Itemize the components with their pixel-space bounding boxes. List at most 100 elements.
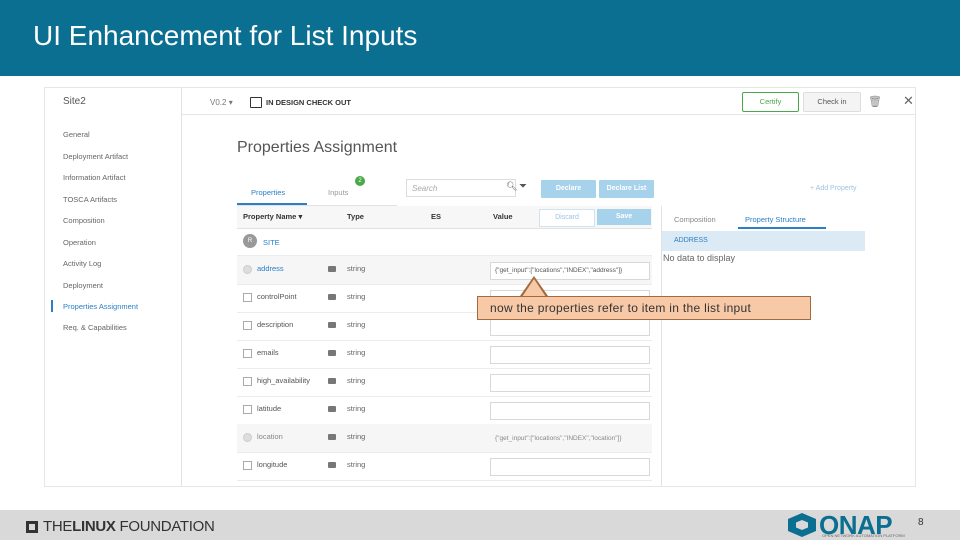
- group-row: [237, 229, 652, 256]
- page-title: Properties Assignment: [237, 139, 398, 156]
- property-name: controlPoint: [257, 292, 297, 301]
- header-es: ES: [431, 212, 442, 221]
- onap-tagline: OPEN NETWORK AUTOMATION PLATFORM: [822, 533, 905, 538]
- slide-title: UI Enhancement for List Inputs: [33, 20, 418, 51]
- property-name: description: [257, 320, 294, 329]
- property-name: latitude: [257, 404, 282, 413]
- header-divider: [182, 114, 915, 115]
- save-button[interactable]: Save: [597, 209, 651, 225]
- tab-inputs[interactable]: Inputs: [328, 188, 348, 197]
- comment-icon[interactable]: [328, 350, 336, 356]
- annotation-callout: now the properties refer to item in the …: [477, 296, 811, 320]
- property-name: location: [257, 432, 283, 441]
- property-type: string: [347, 376, 366, 385]
- group-badge: R: [243, 234, 257, 248]
- value-text: {"get_input":["locations","INDEX","locat…: [495, 435, 622, 442]
- version-select[interactable]: V0.2 ▾: [210, 98, 233, 107]
- empty-state-text: No data to display: [663, 253, 736, 263]
- comment-icon[interactable]: [328, 406, 336, 412]
- property-name: emails: [257, 348, 279, 357]
- row-checkbox: [243, 265, 252, 274]
- tab-property-structure[interactable]: Property Structure: [745, 215, 806, 224]
- row-checkbox[interactable]: [243, 321, 252, 330]
- sidebar-item-general[interactable]: General: [63, 130, 90, 139]
- header-value: Value: [493, 212, 513, 221]
- close-icon[interactable]: ✕: [903, 93, 914, 109]
- property-type: string: [347, 320, 366, 329]
- sidebar: Site2 General Deployment Artifact Inform…: [45, 88, 182, 486]
- app-screenshot: Site2 General Deployment Artifact Inform…: [44, 87, 916, 487]
- status-label: IN DESIGN CHECK OUT: [266, 98, 352, 107]
- onap-cube-icon: [788, 513, 816, 537]
- logo-foundation: FOUNDATION: [115, 518, 215, 535]
- value-input[interactable]: [490, 402, 650, 420]
- row-checkbox[interactable]: [243, 405, 252, 414]
- header-property-name[interactable]: Property Name ▾: [243, 212, 302, 221]
- linux-foundation-mark-icon: [26, 520, 38, 533]
- header-type: Type: [347, 212, 364, 221]
- value-input[interactable]: [490, 458, 650, 476]
- sidebar-active-indicator: [51, 300, 53, 312]
- comment-icon[interactable]: [328, 378, 336, 384]
- property-type: string: [347, 264, 366, 273]
- trash-icon[interactable]: 🗑: [868, 95, 882, 108]
- value-input[interactable]: [490, 374, 650, 392]
- filter-icon[interactable]: ⏷: [519, 181, 527, 192]
- logo-linux: LINUX: [72, 518, 116, 535]
- sidebar-item-deployment[interactable]: Deployment: [63, 281, 103, 290]
- service-name: Site2: [63, 96, 86, 107]
- sidebar-item-composition[interactable]: Composition: [63, 216, 105, 225]
- row-checkbox[interactable]: [243, 293, 252, 302]
- search-input[interactable]: Search: [406, 179, 516, 197]
- linux-foundation-logo: THELINUX FOUNDATION: [26, 518, 215, 535]
- tab-composition[interactable]: Composition: [674, 215, 716, 224]
- certify-button[interactable]: Certify: [742, 92, 799, 112]
- row-checkbox[interactable]: [243, 461, 252, 470]
- version-label: V0.2: [210, 98, 227, 107]
- declare-button[interactable]: Declare: [541, 180, 596, 198]
- sort-down-icon: ▾: [298, 212, 303, 221]
- property-type: string: [347, 404, 366, 413]
- checkin-button[interactable]: Check in: [803, 92, 861, 112]
- comment-icon[interactable]: [328, 434, 336, 440]
- search-icon[interactable]: 🔍︎: [506, 181, 517, 192]
- property-type: string: [347, 460, 366, 469]
- sidebar-item-properties-assignment[interactable]: Properties Assignment: [63, 302, 138, 311]
- callout-pointer-fill: [522, 279, 546, 297]
- declare-list-button[interactable]: Declare List: [599, 180, 654, 198]
- tab-properties[interactable]: Properties: [251, 188, 285, 197]
- page-number: 8: [918, 517, 924, 528]
- comment-icon[interactable]: [328, 322, 336, 328]
- sidebar-item-activity-log[interactable]: Activity Log: [63, 259, 101, 268]
- right-tab-underline: [738, 227, 826, 229]
- sidebar-item-req-capabilities[interactable]: Req. & Capabilities: [63, 323, 127, 332]
- value-input[interactable]: [490, 346, 650, 364]
- row-checkbox[interactable]: [243, 377, 252, 386]
- comment-icon[interactable]: [328, 294, 336, 300]
- value-text: {"get_input":["locations","INDEX","addre…: [495, 267, 623, 274]
- row-checkbox[interactable]: [243, 349, 252, 358]
- chevron-down-icon: ▾: [228, 98, 233, 107]
- value-input[interactable]: [490, 318, 650, 336]
- slide-title-bar: UI Enhancement for List Inputs: [0, 0, 960, 76]
- comment-icon[interactable]: [328, 462, 336, 468]
- structure-header-label: ADDRESS: [674, 237, 708, 244]
- sidebar-item-tosca-artifacts[interactable]: TOSCA Artifacts: [63, 195, 117, 204]
- edit-icon: [250, 97, 262, 108]
- add-property-link[interactable]: + Add Property: [810, 185, 857, 192]
- inputs-count-badge: 2: [355, 176, 365, 186]
- property-type: string: [347, 348, 366, 357]
- sidebar-item-operation[interactable]: Operation: [63, 238, 96, 247]
- discard-button[interactable]: Discard: [539, 209, 595, 227]
- header-property-name-label: Property Name: [243, 212, 297, 221]
- sidebar-item-information-artifact[interactable]: Information Artifact: [63, 173, 126, 182]
- lifecycle-status: IN DESIGN CHECK OUT: [250, 97, 351, 108]
- property-name[interactable]: address: [257, 264, 284, 273]
- comment-icon[interactable]: [328, 266, 336, 272]
- group-label[interactable]: SITE: [263, 238, 280, 247]
- property-type: string: [347, 292, 366, 301]
- row-checkbox: [243, 433, 252, 442]
- add-property-label: Add Property: [815, 185, 857, 192]
- logo-the: THE: [43, 518, 73, 535]
- sidebar-item-deployment-artifact[interactable]: Deployment Artifact: [63, 152, 128, 161]
